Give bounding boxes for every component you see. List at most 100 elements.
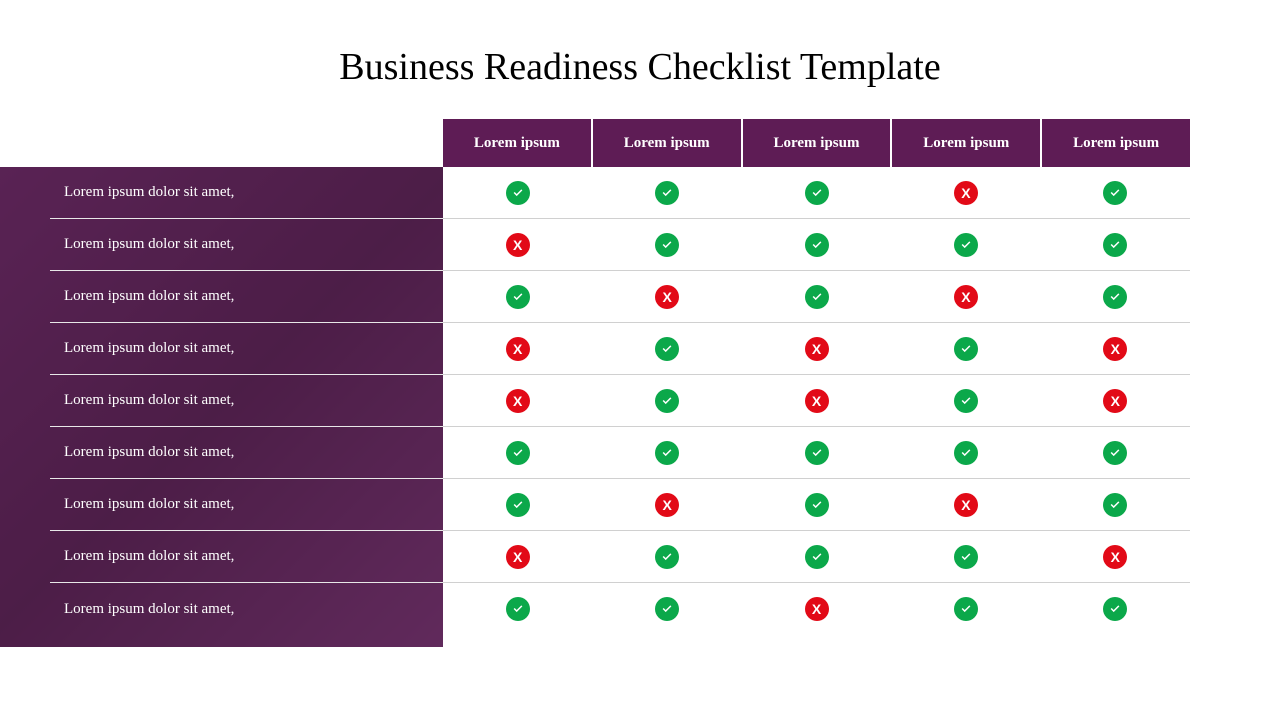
data-cell: X — [891, 479, 1040, 530]
data-cell: X — [742, 375, 891, 426]
table-row: Lorem ipsum dolor sit amet,X — [50, 583, 1190, 635]
table-row: Lorem ipsum dolor sit amet, X X — [50, 479, 1190, 531]
checklist-table: Lorem ipsum Lorem ipsum Lorem ipsum Lore… — [50, 119, 1190, 635]
data-cell: X — [592, 479, 741, 530]
table-row: Lorem ipsum dolor sit amet, X — [50, 167, 1190, 219]
data-cell — [592, 583, 741, 635]
data-cell — [592, 323, 741, 374]
cross-icon: X — [805, 337, 829, 361]
check-icon — [1103, 493, 1127, 517]
data-cell: X — [443, 531, 592, 582]
data-cell — [443, 479, 592, 530]
check-icon — [954, 545, 978, 569]
table-row: Lorem ipsum dolor sit amet, X X X — [50, 375, 1190, 427]
data-cell — [1041, 479, 1190, 530]
row-label: Lorem ipsum dolor sit amet, — [50, 323, 443, 374]
cross-icon: X — [1103, 389, 1127, 413]
check-icon — [655, 181, 679, 205]
data-cell — [592, 219, 741, 270]
check-icon — [506, 285, 530, 309]
check-icon — [655, 389, 679, 413]
check-icon — [805, 181, 829, 205]
check-icon — [1103, 597, 1127, 621]
cross-icon: X — [655, 285, 679, 309]
data-cell: X — [443, 323, 592, 374]
data-cell: X — [742, 583, 891, 635]
cross-icon: X — [805, 389, 829, 413]
table-row: Lorem ipsum dolor sit amet,X — [50, 219, 1190, 271]
data-cell — [1041, 219, 1190, 270]
table-row: Lorem ipsum dolor sit amet, X X — [50, 271, 1190, 323]
data-cell — [443, 427, 592, 478]
data-cell — [891, 375, 1040, 426]
data-cell: X — [1041, 323, 1190, 374]
cross-icon: X — [954, 285, 978, 309]
data-cell — [742, 531, 891, 582]
check-icon — [805, 233, 829, 257]
check-icon — [954, 597, 978, 621]
header-spacer — [50, 119, 443, 167]
check-icon — [805, 441, 829, 465]
data-cell — [891, 531, 1040, 582]
check-icon — [1103, 285, 1127, 309]
cross-icon: X — [954, 181, 978, 205]
cross-icon: X — [506, 337, 530, 361]
data-cell — [891, 583, 1040, 635]
check-icon — [655, 233, 679, 257]
row-label: Lorem ipsum dolor sit amet, — [50, 219, 443, 270]
data-cell — [891, 323, 1040, 374]
data-cell: X — [592, 271, 741, 322]
check-icon — [805, 545, 829, 569]
data-cell: X — [443, 219, 592, 270]
check-icon — [1103, 181, 1127, 205]
data-cell: X — [891, 271, 1040, 322]
check-icon — [1103, 441, 1127, 465]
check-icon — [506, 181, 530, 205]
page-title: Business Readiness Checklist Template — [0, 0, 1280, 119]
data-cell — [443, 271, 592, 322]
check-icon — [1103, 233, 1127, 257]
data-cell — [1041, 167, 1190, 218]
header-row: Lorem ipsum Lorem ipsum Lorem ipsum Lore… — [50, 119, 1190, 167]
table-row: Lorem ipsum dolor sit amet, — [50, 427, 1190, 479]
check-icon — [655, 441, 679, 465]
data-cell — [443, 167, 592, 218]
cross-icon: X — [805, 597, 829, 621]
data-cell: X — [891, 167, 1040, 218]
cross-icon: X — [1103, 337, 1127, 361]
row-label: Lorem ipsum dolor sit amet, — [50, 271, 443, 322]
check-icon — [954, 337, 978, 361]
row-label: Lorem ipsum dolor sit amet, — [50, 479, 443, 530]
cross-icon: X — [655, 493, 679, 517]
data-cell — [443, 583, 592, 635]
cross-icon: X — [506, 389, 530, 413]
column-header: Lorem ipsum — [443, 119, 593, 167]
check-icon — [655, 337, 679, 361]
data-cell — [1041, 271, 1190, 322]
table-row: Lorem ipsum dolor sit amet,XX — [50, 531, 1190, 583]
data-cell — [891, 427, 1040, 478]
data-cell — [742, 219, 891, 270]
data-cell: X — [742, 323, 891, 374]
data-cell — [592, 375, 741, 426]
check-icon — [655, 597, 679, 621]
column-header: Lorem ipsum — [743, 119, 893, 167]
check-icon — [805, 285, 829, 309]
content-area: Lorem ipsum Lorem ipsum Lorem ipsum Lore… — [0, 119, 1280, 635]
column-header: Lorem ipsum — [593, 119, 743, 167]
check-icon — [506, 597, 530, 621]
data-cell — [592, 167, 741, 218]
row-label: Lorem ipsum dolor sit amet, — [50, 375, 443, 426]
row-label: Lorem ipsum dolor sit amet, — [50, 167, 443, 218]
data-cell: X — [443, 375, 592, 426]
cross-icon: X — [1103, 545, 1127, 569]
data-cell: X — [1041, 531, 1190, 582]
data-cell — [891, 219, 1040, 270]
check-icon — [506, 441, 530, 465]
data-cell — [742, 427, 891, 478]
data-cell: X — [1041, 375, 1190, 426]
data-cell — [592, 427, 741, 478]
column-header: Lorem ipsum — [1042, 119, 1190, 167]
row-label: Lorem ipsum dolor sit amet, — [50, 427, 443, 478]
data-cell — [1041, 583, 1190, 635]
